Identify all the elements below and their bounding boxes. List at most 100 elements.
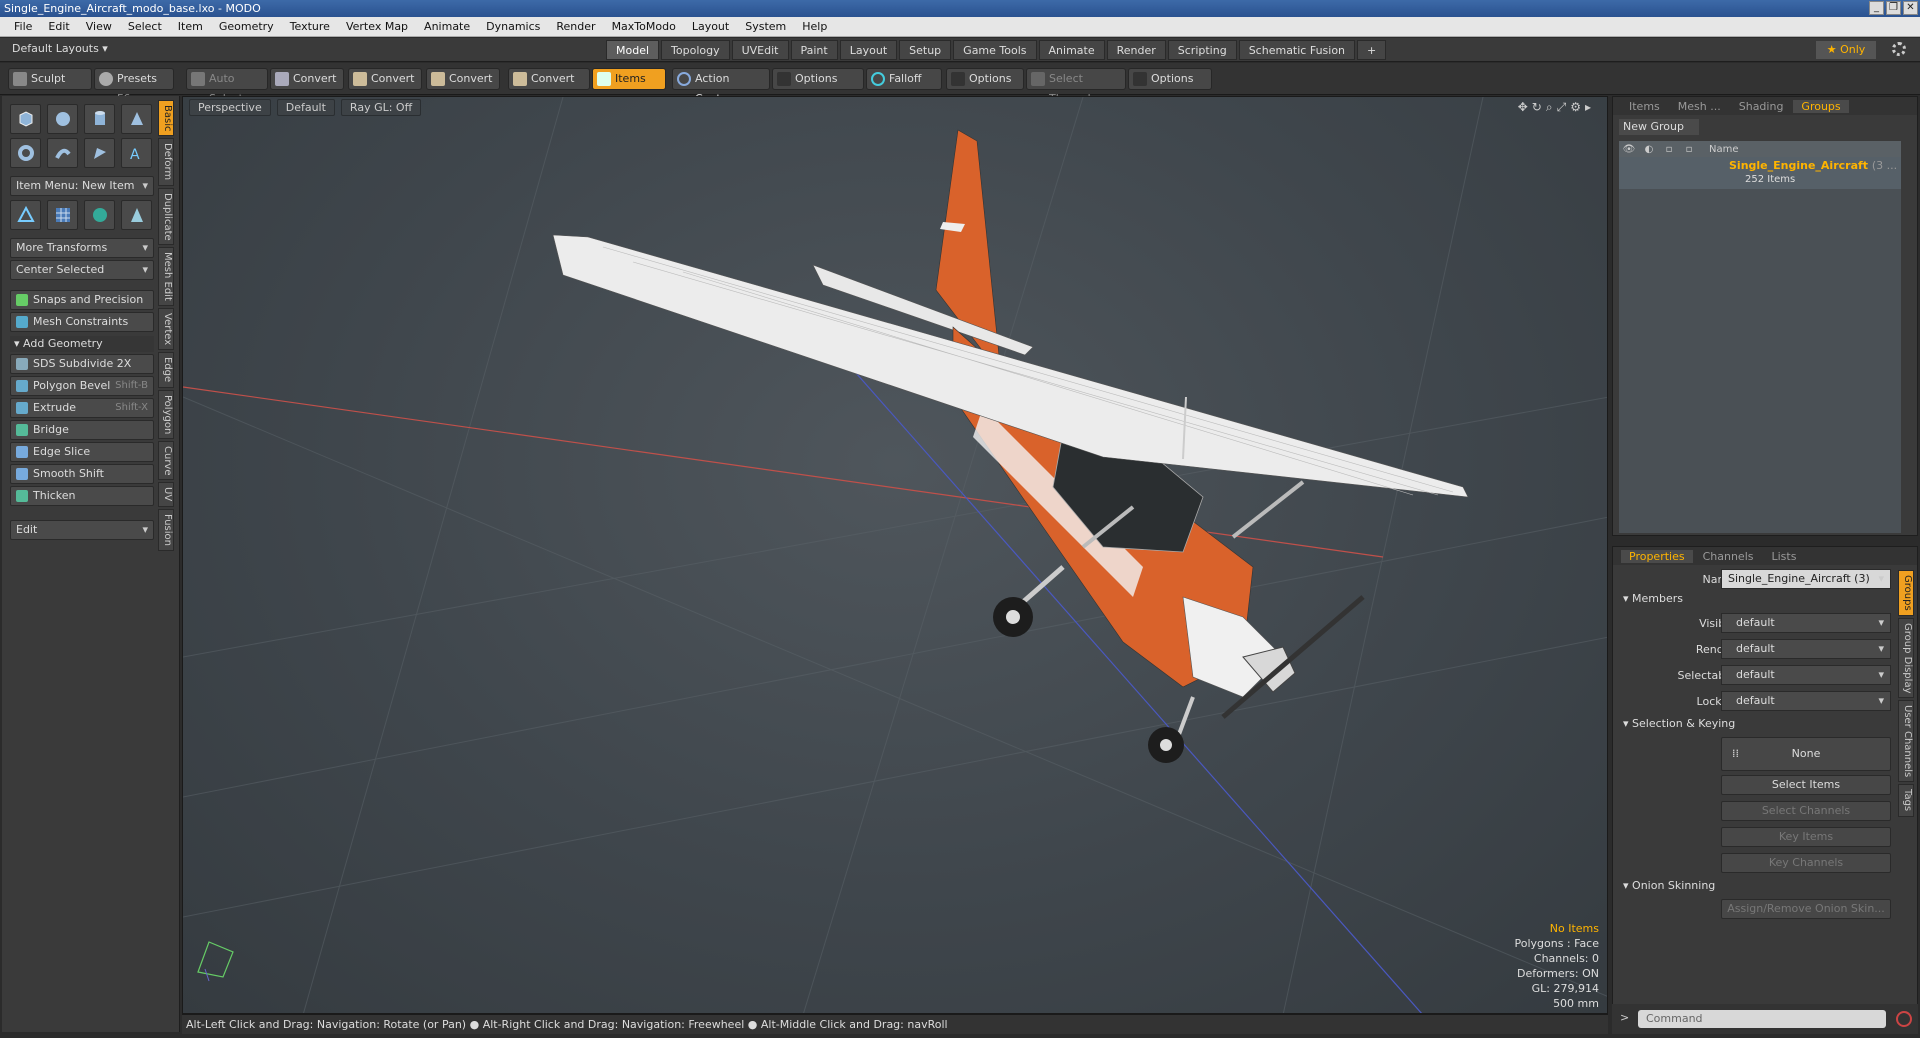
tool-polygon-bevel[interactable]: Polygon Bevel Shift-B bbox=[10, 376, 154, 396]
view-mode-dropdown[interactable]: Perspective bbox=[189, 99, 271, 116]
menu-help[interactable]: Help bbox=[794, 20, 835, 33]
globe-icon[interactable] bbox=[84, 200, 115, 230]
options-button-2[interactable]: Options bbox=[946, 68, 1024, 90]
vtab-group-display[interactable]: Group Display bbox=[1898, 617, 1914, 699]
snaps-precision-button[interactable]: Snaps and Precision bbox=[10, 290, 154, 310]
options-button-1[interactable]: Options bbox=[772, 68, 864, 90]
convert-button-2[interactable]: Convert bbox=[348, 68, 422, 90]
rotate-view-icon[interactable]: ↻ bbox=[1532, 100, 1542, 115]
close-button[interactable]: ✕ bbox=[1903, 1, 1918, 15]
tab-groups[interactable]: Groups bbox=[1793, 99, 1849, 113]
item-menu-dropdown[interactable]: Item Menu: New Item bbox=[10, 176, 154, 196]
assign-onion-skin-button[interactable]: Assign/Remove Onion Skin... bbox=[1721, 899, 1891, 919]
tab-setup[interactable]: Setup bbox=[899, 40, 952, 60]
cylinder-icon[interactable] bbox=[84, 104, 115, 134]
more-transforms-dropdown[interactable]: More Transforms bbox=[10, 238, 154, 258]
group-row[interactable]: Single_Engine_Aircraft (3 ... 252 Items bbox=[1619, 157, 1901, 189]
record-icon[interactable] bbox=[1896, 1011, 1912, 1027]
text-icon[interactable]: A bbox=[121, 138, 152, 168]
tool-sds-subdivide[interactable]: SDS Subdivide 2X bbox=[10, 354, 154, 374]
menu-animate[interactable]: Animate bbox=[416, 20, 478, 33]
gear-icon[interactable] bbox=[1892, 42, 1906, 56]
menu-select[interactable]: Select bbox=[120, 20, 170, 33]
tab-shading[interactable]: Shading bbox=[1731, 100, 1792, 113]
sphere-icon[interactable] bbox=[47, 104, 78, 134]
tool-extrude[interactable]: Extrude Shift-X bbox=[10, 398, 154, 418]
vtab-tags[interactable]: Tags bbox=[1898, 784, 1914, 817]
center-selected-dropdown[interactable]: Center Selected bbox=[10, 260, 154, 280]
locked-dropdown[interactable]: default bbox=[1721, 691, 1891, 711]
vtab-fusion[interactable]: Fusion bbox=[158, 508, 174, 551]
vtab-groups[interactable]: Groups bbox=[1898, 570, 1914, 616]
menu-texture[interactable]: Texture bbox=[282, 20, 338, 33]
add-tab-icon[interactable]: + bbox=[1357, 40, 1387, 60]
tab-uvedit[interactable]: UVEdit bbox=[731, 40, 789, 60]
shading-mode-dropdown[interactable]: Default bbox=[276, 99, 335, 116]
falloff-button[interactable]: Falloff bbox=[866, 68, 942, 90]
onion-skinning-section[interactable]: ▾ Onion Skinning bbox=[1623, 879, 1715, 892]
command-input[interactable]: Command bbox=[1638, 1010, 1886, 1028]
vtab-curve[interactable]: Curve bbox=[158, 440, 174, 481]
tab-mesh[interactable]: Mesh ... bbox=[1670, 100, 1729, 113]
tool-edge-slice[interactable]: Edge Slice bbox=[10, 442, 154, 462]
default-layouts-dropdown[interactable]: Default Layouts ▾ bbox=[12, 42, 108, 55]
add-geometry-header[interactable]: ▾ Add Geometry bbox=[10, 336, 154, 352]
tab-animate[interactable]: Animate bbox=[1038, 40, 1105, 60]
selectable-dropdown[interactable]: default bbox=[1721, 665, 1891, 685]
tab-render[interactable]: Render bbox=[1106, 40, 1166, 60]
items-button[interactable]: Items bbox=[592, 68, 666, 90]
light-icon[interactable] bbox=[121, 200, 152, 230]
tool-smooth-shift[interactable]: Smooth Shift bbox=[10, 464, 154, 484]
move-view-icon[interactable]: ✥ bbox=[1518, 100, 1528, 115]
edit-dropdown[interactable]: Edit bbox=[10, 520, 154, 540]
menu-maxtomodo[interactable]: MaxToModo bbox=[604, 20, 684, 33]
tab-game-tools[interactable]: Game Tools bbox=[953, 40, 1037, 60]
tool-bridge[interactable]: Bridge bbox=[10, 420, 154, 440]
tab-layout[interactable]: Layout bbox=[839, 40, 898, 60]
auto-select-button[interactable]: Auto Select bbox=[186, 68, 268, 105]
vtab-uv[interactable]: UV bbox=[158, 482, 174, 507]
viewport-menu-icon[interactable]: ▸ bbox=[1585, 100, 1591, 115]
tab-paint[interactable]: Paint bbox=[790, 40, 838, 60]
mesh-constraints-button[interactable]: Mesh Constraints bbox=[10, 312, 154, 332]
convert-button-3[interactable]: Convert bbox=[426, 68, 500, 90]
sculpt-button[interactable]: Sculpt bbox=[8, 68, 92, 90]
tab-properties[interactable]: Properties bbox=[1621, 549, 1693, 563]
menu-dynamics[interactable]: Dynamics bbox=[478, 20, 548, 33]
vtab-mesh-edit[interactable]: Mesh Edit bbox=[158, 247, 174, 307]
vtab-polygon[interactable]: Polygon bbox=[158, 389, 174, 439]
members-section[interactable]: ▾ Members bbox=[1623, 592, 1683, 605]
grid-icon[interactable] bbox=[47, 200, 78, 230]
menu-vertex-map[interactable]: Vertex Map bbox=[338, 20, 416, 33]
menu-file[interactable]: File bbox=[6, 20, 40, 33]
3d-viewport[interactable]: Perspective Default Ray GL: Off ✥ ↻ ⌕ ⤢ … bbox=[182, 96, 1608, 1014]
presets-button[interactable]: Presets F6 bbox=[94, 68, 174, 105]
key-items-button[interactable]: Key Items bbox=[1721, 827, 1891, 847]
render-dropdown[interactable]: default bbox=[1721, 639, 1891, 659]
menu-render[interactable]: Render bbox=[548, 20, 603, 33]
maximize-button[interactable]: ❐ bbox=[1886, 1, 1901, 15]
tab-schematic-fusion[interactable]: Schematic Fusion bbox=[1238, 40, 1356, 60]
tab-topology[interactable]: Topology bbox=[661, 40, 730, 60]
menu-item[interactable]: Item bbox=[170, 20, 211, 33]
convert-button-4[interactable]: Convert bbox=[508, 68, 590, 90]
menu-edit[interactable]: Edit bbox=[40, 20, 77, 33]
selection-keying-section[interactable]: ▾ Selection & Keying bbox=[1623, 717, 1735, 730]
tab-model[interactable]: Model bbox=[606, 40, 660, 60]
name-field[interactable]: Single_Engine_Aircraft (3) bbox=[1721, 569, 1891, 589]
menu-view[interactable]: View bbox=[78, 20, 120, 33]
none-selection-button[interactable]: ⁞⁞ None bbox=[1721, 737, 1891, 771]
pen-icon[interactable] bbox=[84, 138, 115, 168]
fit-view-icon[interactable]: ⤢ bbox=[1557, 100, 1567, 115]
vtab-edge[interactable]: Edge bbox=[158, 352, 174, 388]
options-button-3[interactable]: Options bbox=[1128, 68, 1212, 90]
raygl-toggle[interactable]: Ray GL: Off bbox=[340, 99, 422, 116]
tube-icon[interactable] bbox=[47, 138, 78, 168]
tab-channels[interactable]: Channels bbox=[1695, 550, 1762, 563]
vtab-basic[interactable]: Basic bbox=[158, 100, 174, 137]
menu-geometry[interactable]: Geometry bbox=[211, 20, 282, 33]
viewport-settings-icon[interactable]: ⚙ bbox=[1570, 100, 1581, 115]
tool-thicken[interactable]: Thicken bbox=[10, 486, 154, 506]
menu-system[interactable]: System bbox=[737, 20, 794, 33]
torus-icon[interactable] bbox=[10, 138, 41, 168]
